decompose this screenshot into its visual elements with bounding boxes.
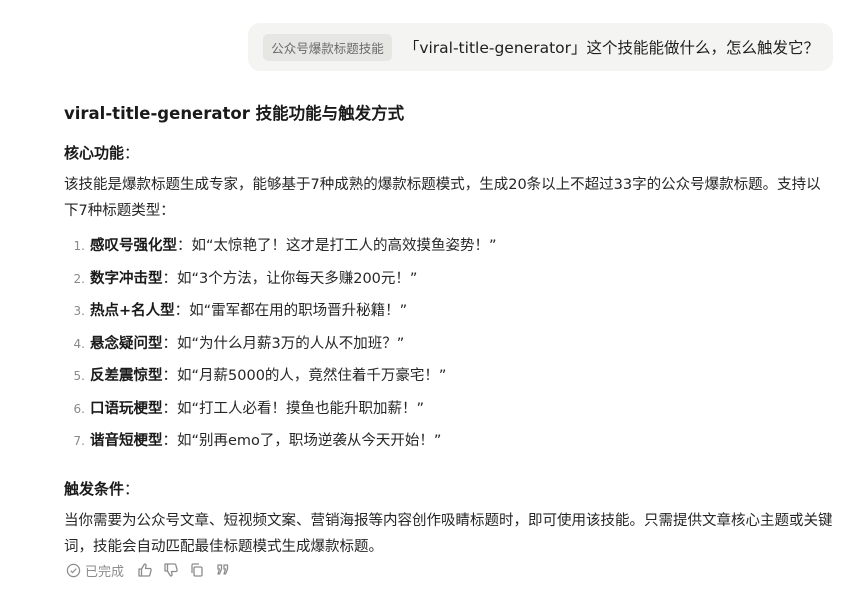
answer-heading: viral-title-generator 技能功能与触发方式 bbox=[64, 104, 405, 123]
title-types-list: 1. 感叹号强化型：如“太惊艳了！这才是打工人的高效摸鱼姿势！” 2. 数字冲击型：… bbox=[64, 234, 834, 462]
list-item: 7. 谐音短梗型：如“别再emo了，职场逆袭从今天开始！” bbox=[64, 429, 834, 462]
message-footer: 已完成 bbox=[64, 559, 240, 581]
trigger-condition-description: 当你需要为公众号文章、短视频文案、营销海报等内容创作吸睛标题时，即可使用该技能。… bbox=[64, 512, 833, 555]
list-item: 3. 热点+名人型：如“雷军都在用的职场晋升秘籍！” bbox=[64, 299, 834, 332]
list-number: 2. bbox=[73, 271, 85, 286]
skill-tag[interactable]: 公众号爆款标题技能 bbox=[263, 33, 392, 61]
list-number: 4. bbox=[73, 336, 85, 351]
type-sep: ： bbox=[162, 400, 178, 417]
list-number: 3. bbox=[73, 304, 85, 318]
thumbs-down-icon[interactable] bbox=[162, 561, 180, 579]
type-example: 如“太惊艳了！这才是打工人的高效摸鱼姿势！” bbox=[191, 238, 497, 254]
assistant-answer: viral-title-generator 技能功能与触发方式 核心功能： 该技… bbox=[64, 102, 834, 560]
trigger-condition-label: 触发条件 bbox=[64, 479, 125, 498]
list-item: 2. 数字冲击型：如“3个方法，让你每天多赚200元！” bbox=[64, 267, 834, 300]
type-name: 口语玩梗型 bbox=[90, 400, 163, 417]
type-example: 如“月薪5000的人，竟然住着千万豪宅！” bbox=[177, 368, 447, 384]
core-function-colon: ： bbox=[124, 144, 140, 162]
type-example: 如“为什么月薪3万的人从不加班？” bbox=[177, 335, 405, 352]
type-name: 感叹号强化型 bbox=[90, 238, 177, 254]
trigger-condition-colon: ： bbox=[124, 479, 140, 498]
type-example: 如“别再emo了，职场逆袭从今天开始！” bbox=[177, 433, 442, 449]
list-number: 7. bbox=[73, 434, 85, 448]
check-circle-icon bbox=[64, 561, 82, 579]
user-message-text: 「viral-title-generator」这个技能能做什么，怎么触发它？ bbox=[403, 39, 819, 57]
list-item: 4. 悬念疑问型：如“为什么月薪3万的人从不加班？” bbox=[64, 332, 834, 365]
type-sep: ： bbox=[162, 270, 178, 287]
trigger-condition-title: 触发条件： bbox=[64, 478, 834, 500]
status-indicator: 已完成 bbox=[64, 561, 124, 580]
type-sep: ： bbox=[174, 303, 190, 319]
list-number: 5. bbox=[73, 369, 85, 383]
type-name: 谐音短梗型 bbox=[90, 433, 163, 449]
type-name: 反差震惊型 bbox=[90, 368, 163, 384]
list-number: 1. bbox=[73, 239, 85, 253]
thumbs-up-icon[interactable] bbox=[136, 561, 154, 579]
list-item: 1. 感叹号强化型：如“太惊艳了！这才是打工人的高效摸鱼姿势！” bbox=[64, 234, 834, 267]
core-function-description: 该技能是爆款标题生成专家，能够基于7种成熟的爆款标题模式，生成20条以上不超过3… bbox=[64, 177, 821, 219]
type-sep: ： bbox=[162, 433, 178, 449]
core-function-title: 核心功能： bbox=[64, 142, 834, 164]
type-example: 如“3个方法，让你每天多赚200元！” bbox=[177, 270, 418, 287]
type-example: 如“打工人必看！摸鱼也能升职加薪！” bbox=[177, 400, 425, 417]
type-sep: ： bbox=[177, 238, 192, 254]
list-number: 6. bbox=[73, 401, 85, 416]
type-name: 数字冲击型 bbox=[90, 270, 163, 287]
type-sep: ： bbox=[162, 335, 178, 352]
type-sep: ： bbox=[162, 368, 178, 384]
status-label: 已完成 bbox=[85, 564, 125, 580]
copy-icon[interactable] bbox=[188, 561, 206, 579]
quote-icon[interactable] bbox=[214, 561, 232, 579]
list-item: 6. 口语玩梗型：如“打工人必看！摸鱼也能升职加薪！” bbox=[64, 397, 834, 430]
type-name: 悬念疑问型 bbox=[90, 335, 163, 352]
list-item: 5. 反差震惊型：如“月薪5000的人，竟然住着千万豪宅！” bbox=[64, 364, 834, 397]
type-name: 热点+名人型 bbox=[90, 303, 175, 319]
user-message-bubble: 公众号爆款标题技能 「viral-title-generator」这个技能能做什… bbox=[248, 23, 833, 71]
core-function-label: 核心功能 bbox=[64, 144, 125, 162]
type-example: 如“雷军都在用的职场晋升秘籍！” bbox=[189, 303, 408, 319]
